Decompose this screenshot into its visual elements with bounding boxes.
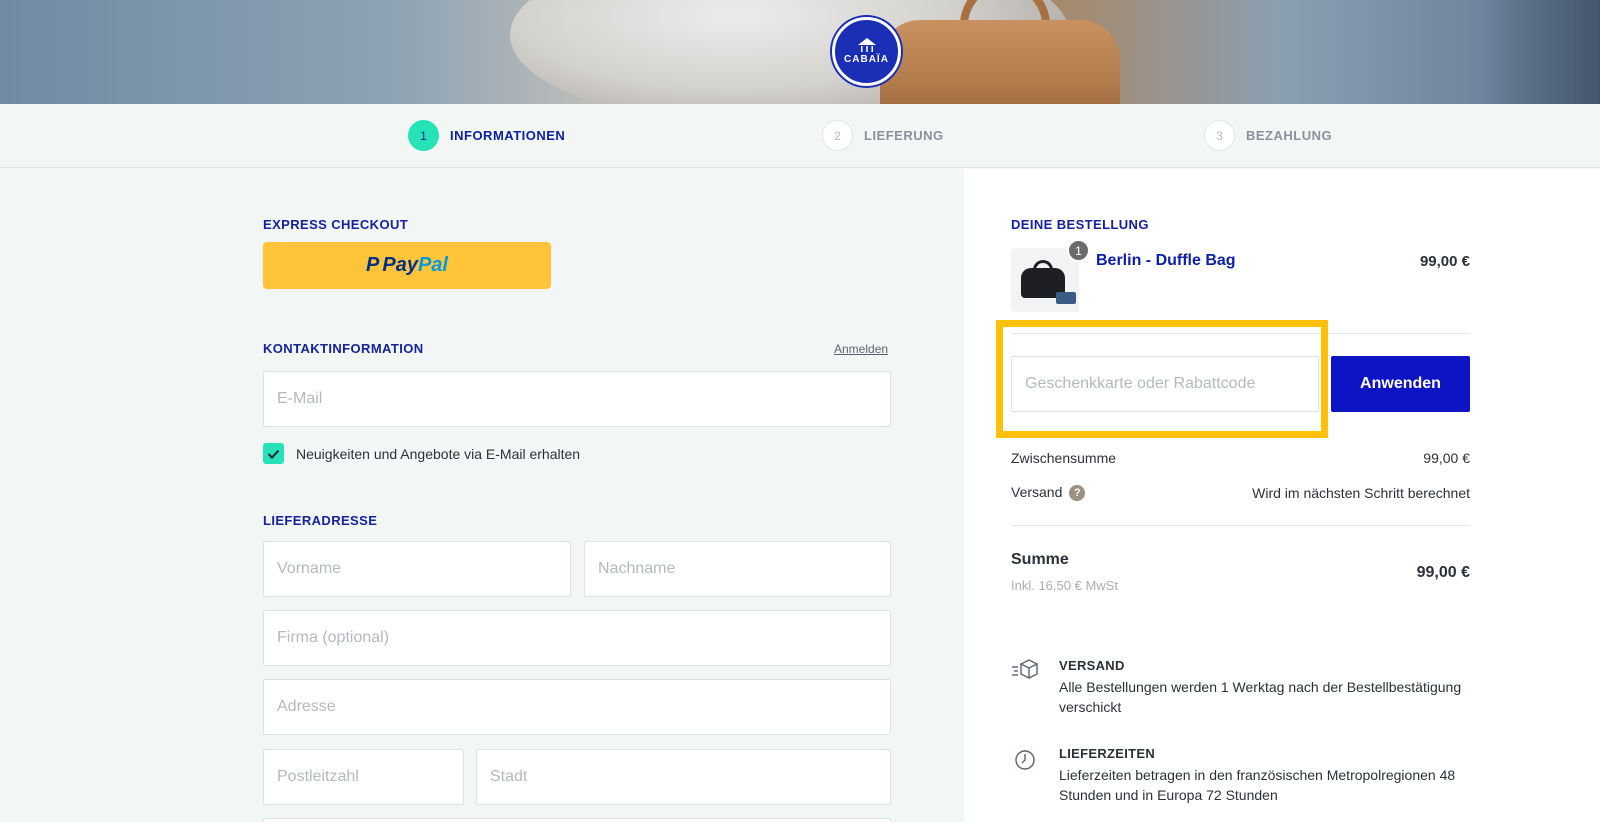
info-shipping-text: Alle Bestellungen werden 1 Werktag nach … [1059,679,1462,715]
total-value: 99,00 € [1416,564,1470,581]
step-label: BEZAHLUNG [1246,128,1333,143]
express-checkout-title: EXPRESS CHECKOUT [263,217,409,232]
step-number: 1 [408,120,439,151]
email-field[interactable] [263,371,891,427]
shipping-label: Versand [1011,484,1063,500]
shipping-value: Wird im nächsten Schritt berechnet [1252,485,1470,501]
paypal-text-pay: Pay [382,254,418,276]
step-lieferung[interactable]: 2 LIEFERUNG [822,120,944,151]
step-informationen[interactable]: 1 INFORMATIONEN [408,120,565,151]
login-link[interactable]: Anmelden [834,342,888,356]
product-name: Berlin - Duffle Bag [1096,252,1236,269]
hero-shade [1480,0,1600,104]
clock-icon [1015,750,1035,770]
order-title: DEINE BESTELLUNG [1011,217,1149,232]
logo-text: CABAÏA [844,54,889,65]
address-field[interactable] [263,679,891,735]
newsletter-checkbox[interactable] [263,443,284,464]
paypal-button[interactable]: P Pay Pal [263,242,551,289]
help-icon[interactable]: ? [1069,485,1086,502]
subtotal-label: Zwischensumme [1011,450,1117,466]
divider [1011,525,1470,526]
apply-discount-button[interactable]: Anwenden [1331,356,1470,412]
step-bezahlung[interactable]: 3 BEZAHLUNG [1204,120,1332,151]
city-field[interactable] [476,749,891,805]
hero-banner [0,0,1600,104]
info-delivery-text: Lieferzeiten betragen in den französisch… [1059,767,1456,803]
paypal-text-pal: Pal [417,254,448,276]
first-name-field[interactable] [263,541,571,597]
package-icon [1012,659,1039,680]
checkmark-icon [267,449,280,459]
discount-code-field[interactable] [1011,356,1319,412]
brand-logo[interactable]: CABAÏA [832,17,901,86]
product-price: 99,00 € [1419,253,1470,270]
next-field-partial[interactable] [263,818,891,822]
info-shipping-title: VERSAND [1059,658,1125,673]
step-label: LIEFERUNG [864,128,944,143]
newsletter-label: Neuigkeiten und Angebote via E-Mail erha… [296,446,581,462]
shipping-row: Versand? [1011,484,1086,502]
info-delivery-title: LIEFERZEITEN [1059,746,1156,761]
quantity-badge: 1 [1067,239,1090,262]
contact-title: KONTAKTINFORMATION [263,341,424,356]
hero-bag [880,20,1120,104]
company-field[interactable] [263,610,891,666]
step-number: 3 [1204,120,1235,151]
hut-icon [857,38,876,52]
last-name-field[interactable] [584,541,891,597]
postal-code-field[interactable] [263,749,464,805]
shipping-address-title: LIEFERADRESSE [263,513,378,528]
checkout-steps: 1 INFORMATIONEN 2 LIEFERUNG 3 BEZAHLUNG [0,104,1600,168]
step-label: INFORMATIONEN [450,128,566,143]
tax-note: Inkl. 16,50 € MwSt [1011,578,1118,593]
total-label: Summe [1011,551,1069,568]
step-number: 2 [822,120,853,151]
subtotal-value: 99,00 € [1423,450,1470,466]
paypal-icon: P [366,254,380,276]
bag-tag-shape [1056,292,1076,304]
